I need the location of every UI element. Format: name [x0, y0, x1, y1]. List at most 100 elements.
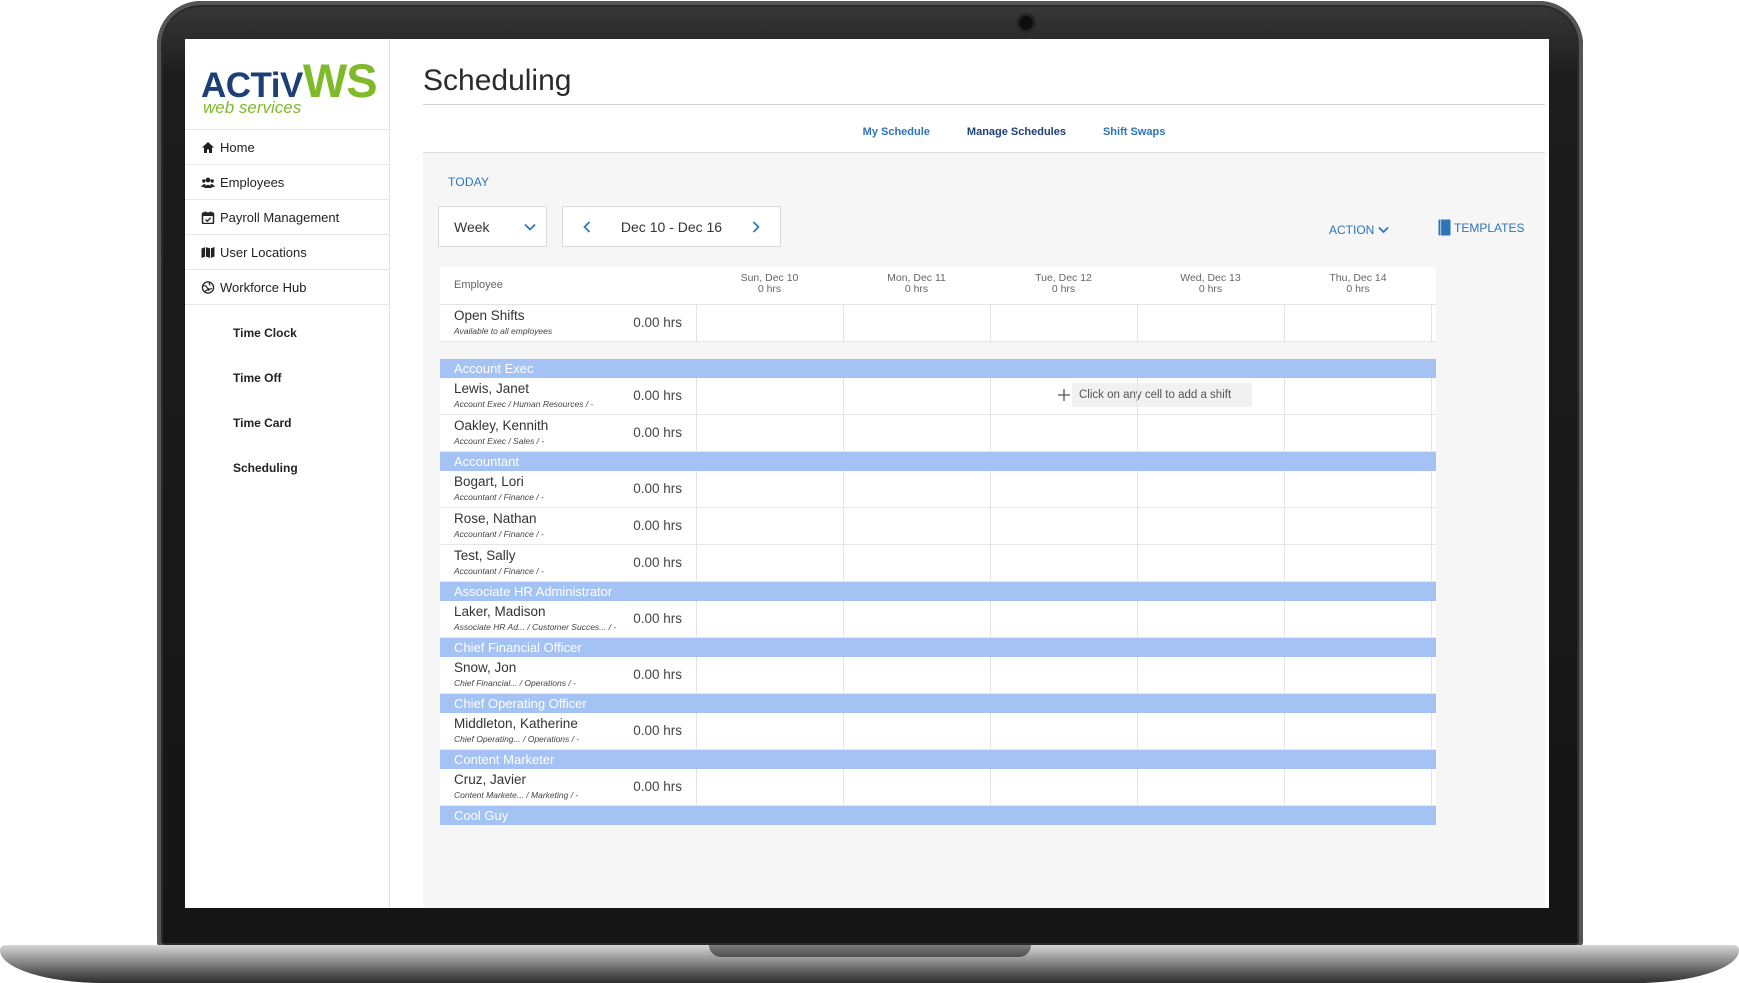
shift-cell[interactable] [1137, 378, 1284, 414]
shift-cell[interactable] [990, 657, 1137, 693]
shift-cell[interactable] [843, 713, 990, 749]
date-range-navigator: Dec 10 - Dec 16 [562, 206, 781, 247]
schedule-grid: Employee Sun, Dec 10 0 hrs Mon, Dec 11 0 h… [440, 267, 1436, 825]
templates-button[interactable]: TEMPLATES [1438, 219, 1524, 236]
shift-cell[interactable] [696, 657, 843, 693]
day-column-header[interactable]: Mon, Dec 11 0 hrs [843, 267, 990, 304]
day-column-header[interactable]: Thu, Dec 14 0 hrs [1284, 267, 1432, 304]
employee-hours: 0.00 hrs [633, 611, 682, 626]
tab-my-schedule[interactable]: My Schedule [863, 117, 930, 157]
shift-cell[interactable] [1137, 601, 1284, 637]
today-button[interactable]: TODAY [448, 175, 489, 189]
shift-cell[interactable] [1284, 545, 1432, 581]
shift-cell[interactable] [1284, 601, 1432, 637]
employee-meta: Available to all employees [454, 326, 553, 336]
shift-cell[interactable] [1284, 769, 1432, 805]
shift-cell[interactable] [696, 713, 843, 749]
sidebar-item-home[interactable]: Home [185, 129, 390, 164]
action-dropdown[interactable]: ACTION [1329, 223, 1389, 237]
role-group-header: Associate HR Administrator [440, 582, 1436, 601]
shift-cell[interactable] [843, 769, 990, 805]
employee-name: Rose, Nathan [454, 511, 537, 526]
employee-name: Bogart, Lori [454, 474, 524, 489]
shift-cell[interactable] [696, 601, 843, 637]
shift-cell[interactable] [843, 305, 990, 341]
employee-hours: 0.00 hrs [633, 555, 682, 570]
shift-cell[interactable] [843, 415, 990, 451]
shift-cell[interactable] [843, 657, 990, 693]
employee-column-header: Employee [454, 279, 503, 291]
shift-cell[interactable] [696, 471, 843, 507]
book-icon [1438, 219, 1451, 236]
employee-cell: Snow, Jon Chief Financial... / Operations… [440, 657, 696, 693]
shift-cell[interactable] [990, 545, 1137, 581]
plus-icon[interactable] [1057, 388, 1071, 402]
shift-cell[interactable]: Click on any cell to add a shift [990, 378, 1252, 414]
sidebar-item-workforce-hub[interactable]: Workforce Hub [185, 269, 390, 304]
day-column-header[interactable]: Tue, Dec 12 0 hrs [990, 267, 1137, 304]
shift-cell[interactable] [1137, 545, 1284, 581]
shift-cell[interactable] [1284, 657, 1432, 693]
shift-cell[interactable] [1137, 305, 1284, 341]
shift-cell[interactable] [1137, 508, 1284, 544]
tab-manage-schedules[interactable]: Manage Schedules [967, 117, 1066, 157]
employee-meta: Chief Financial... / Operations / - [454, 678, 576, 688]
shift-cell[interactable] [696, 769, 843, 805]
day-hours: 0 hrs [904, 283, 929, 295]
sidebar-item-payroll-management[interactable]: Payroll Management [185, 199, 390, 234]
employee-row: Snow, Jon Chief Financial... / Operations… [440, 657, 1436, 694]
shift-cell[interactable] [990, 508, 1137, 544]
activws-logo[interactable]: ACTiVWS web services [201, 57, 381, 129]
employee-meta: Account Exec / Human Resources / - [454, 399, 594, 409]
shift-cell[interactable] [1137, 769, 1284, 805]
sidebar-item-employees[interactable]: Employees [185, 164, 390, 199]
employee-cell: Cruz, Javier Content Markete... / Marketi… [440, 769, 696, 805]
shift-cell[interactable] [990, 471, 1137, 507]
laptop-notch [709, 945, 1031, 957]
map-icon [200, 246, 215, 259]
shift-cell[interactable] [1284, 713, 1432, 749]
shift-cell[interactable] [843, 545, 990, 581]
shift-cell[interactable] [990, 305, 1137, 341]
next-week-button[interactable] [746, 217, 766, 237]
shift-cell[interactable] [1137, 415, 1284, 451]
shift-cell[interactable] [1137, 713, 1284, 749]
shift-cell[interactable] [843, 471, 990, 507]
sidebar-subitem-time-clock[interactable]: Time Clock [185, 310, 390, 355]
sidebar-subitem-time-off[interactable]: Time Off [185, 355, 390, 400]
day-hours: 0 hrs [1051, 283, 1076, 295]
shift-cell[interactable] [990, 415, 1137, 451]
chevron-down-icon [524, 223, 536, 231]
sidebar-subitem-scheduling[interactable]: Scheduling [185, 445, 390, 490]
shift-cell[interactable] [1284, 415, 1432, 451]
shift-cell[interactable] [696, 508, 843, 544]
view-select[interactable]: Week [438, 206, 547, 247]
shift-cell[interactable] [1284, 508, 1432, 544]
tab-shift-swaps[interactable]: Shift Swaps [1103, 117, 1165, 157]
shift-cell[interactable] [843, 378, 990, 414]
shift-cell[interactable] [990, 713, 1137, 749]
shift-cell[interactable] [1284, 378, 1432, 414]
shift-cell[interactable] [843, 508, 990, 544]
shift-cell[interactable] [990, 601, 1137, 637]
shift-cell[interactable] [1284, 471, 1432, 507]
previous-week-button[interactable] [577, 217, 597, 237]
shift-cell[interactable] [1137, 657, 1284, 693]
shift-cell[interactable] [990, 769, 1137, 805]
employee-cell: Rose, Nathan Accountant / Finance / - 0.00… [440, 508, 696, 544]
shift-cell[interactable] [696, 305, 843, 341]
sidebar-subitem-time-card[interactable]: Time Card [185, 400, 390, 445]
employee-row: Cruz, Javier Content Markete... / Marketi… [440, 769, 1436, 806]
sidebar-item-user-locations[interactable]: User Locations [185, 234, 390, 269]
shift-cell[interactable] [696, 378, 843, 414]
shift-cell[interactable] [1137, 471, 1284, 507]
day-column-header[interactable]: Sun, Dec 10 0 hrs [696, 267, 843, 304]
employee-row: Bogart, Lori Accountant / Finance / - 0.00… [440, 471, 1436, 508]
shift-cell[interactable] [696, 415, 843, 451]
shift-cell[interactable] [1284, 305, 1432, 341]
sidebar-item-label: Workforce Hub [220, 279, 307, 295]
day-column-header[interactable]: Wed, Dec 13 0 hrs [1137, 267, 1284, 304]
shift-cell[interactable] [843, 601, 990, 637]
shift-cell[interactable] [696, 545, 843, 581]
open-shifts-row: Open Shifts Available to all employees 0… [440, 305, 1436, 342]
